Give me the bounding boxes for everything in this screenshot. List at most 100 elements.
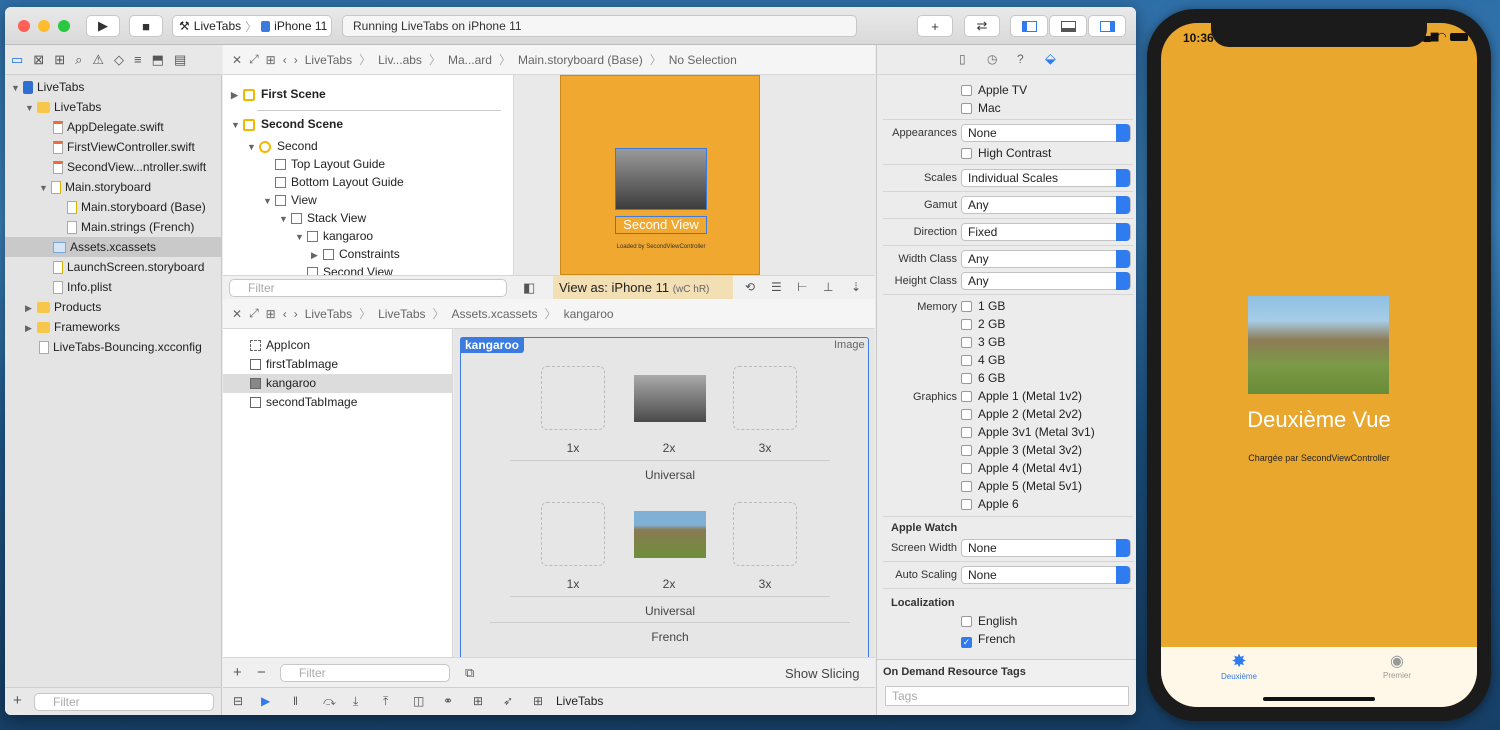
device-mac-checkbox[interactable]: Mac [961,101,1001,115]
ib-jump-item[interactable]: Main.storyboard (Base) [518,53,643,67]
asset-list-item[interactable]: secondTabImage [223,393,453,412]
symbol-navigator-icon[interactable]: ⊞ [54,52,65,68]
outline-row[interactable]: ▶ Constraints [311,245,400,263]
asset-list-item[interactable]: AppIcon [223,336,453,355]
width-class-popup[interactable]: Any [961,250,1131,268]
hide-debug-icon[interactable]: ⊟ [233,694,243,708]
forward-chevron-icon[interactable]: › [294,53,298,67]
outline-row[interactable]: ▼ Stack View [279,209,366,227]
toggle-debug-area-button[interactable] [1049,15,1087,37]
close-editor-icon[interactable]: ✕ [232,307,242,321]
project-navigator-icon[interactable]: ▭ [11,52,23,68]
nav-item-file[interactable]: SecondView...ntroller.swift [5,157,222,177]
ib-jump-item[interactable]: Liv...abs [378,53,422,67]
localization-french-checkbox[interactable]: ✓ French [961,632,1015,648]
history-inspector-icon[interactable]: ◷ [987,52,997,66]
find-navigator-icon[interactable]: ⌕ [75,52,82,68]
test-navigator-icon[interactable]: ◇ [114,52,124,68]
high-contrast-checkbox[interactable]: High Contrast [961,146,1051,160]
image-slot-1x[interactable] [541,366,605,430]
back-chevron-icon[interactable]: ‹ [283,53,287,67]
memory-checkbox[interactable]: 4 GB [961,353,1005,367]
forward-chevron-icon[interactable]: › [294,307,298,321]
nav-item-group[interactable]: ▶ Frameworks [5,317,222,337]
related-items-icon[interactable]: ⊞ [266,307,276,321]
attributes-inspector-icon[interactable]: ⬙ [1045,50,1056,67]
memory-checkbox[interactable]: 3 GB [961,335,1005,349]
remove-asset-button[interactable]: − [257,664,266,681]
toggle-inspector-button[interactable] [1088,15,1126,37]
expand-editor-icon[interactable]: ⤢ [249,52,259,67]
help-inspector-icon[interactable]: ? [1017,52,1024,66]
graphics-checkbox[interactable]: Apple 4 (Metal 4v1) [961,461,1082,475]
issue-navigator-icon[interactable]: ⚠ [92,52,104,68]
height-class-popup[interactable]: Any [961,272,1131,290]
appearances-popup[interactable]: None [961,124,1131,142]
step-into-icon[interactable]: ⤓ [353,694,358,709]
expand-editor-icon[interactable]: ⤢ [249,306,259,321]
align-icon[interactable]: ⊢ [797,280,807,294]
source-control-icon[interactable]: ⊠ [33,52,44,68]
nav-item-file[interactable]: LaunchScreen.storyboard [5,257,222,277]
outline-row[interactable]: Bottom Layout Guide [275,173,404,191]
graphics-checkbox[interactable]: Apple 6 [961,497,1019,511]
direction-popup[interactable]: Fixed [961,223,1131,241]
asset-list-item[interactable]: firstTabImage [223,355,453,374]
related-items-icon[interactable]: ⊞ [266,53,276,67]
tab-premier[interactable]: ◉ Premier [1367,651,1427,680]
nav-item-file[interactable]: Main.storyboard (Base) [5,197,222,217]
view-debugger-icon[interactable]: ◫ [413,694,424,708]
assets-jump-item[interactable]: LiveTabs [378,307,425,321]
simulate-location-icon[interactable]: ➶ [503,694,513,708]
memory-checkbox[interactable]: 6 GB [961,371,1005,385]
device-apple-tv-checkbox[interactable]: Apple TV [961,83,1027,97]
update-frames-icon[interactable]: ⟲ [745,280,755,294]
outline-row[interactable]: ▼ View [263,191,317,209]
stop-button[interactable]: ■ [129,15,163,37]
close-editor-icon[interactable]: ✕ [232,53,242,67]
memory-checkbox[interactable]: 1 GB [961,299,1005,313]
nav-item-group[interactable]: ▼ LiveTabs [5,97,222,117]
auto-scaling-popup[interactable]: None [961,566,1131,584]
step-out-icon[interactable]: ⤒ [383,694,388,709]
nav-item-group[interactable]: ▶ Products [5,297,222,317]
graphics-checkbox[interactable]: Apple 3 (Metal 3v2) [961,443,1082,457]
image-slot-2x[interactable] [634,511,706,558]
zoom-window-button[interactable] [58,20,70,32]
graphics-checkbox[interactable]: Apple 1 (Metal 1v2) [961,389,1082,403]
pin-icon[interactable]: ⊥ [823,280,833,294]
run-button[interactable]: ▶ [86,15,120,37]
simulator-screen[interactable]: 10:36 ▂▄▆ ◠ Deuxième Vue Chargée par Sec… [1161,23,1477,707]
localization-english-checkbox[interactable]: English [961,614,1017,628]
assets-jump-item[interactable]: LiveTabs [305,307,352,321]
screen-width-popup[interactable]: None [961,539,1131,557]
embed-in-icon[interactable]: ☰ [771,280,782,294]
image-slot-3x[interactable] [733,366,797,430]
nav-item-file[interactable]: FirstViewController.swift [5,137,222,157]
outline-row[interactable]: ▼ Second [247,137,318,155]
asset-list-item[interactable]: kangaroo [223,374,453,393]
nav-item-file[interactable]: LiveTabs-Bouncing.xcconfig [5,337,222,357]
graphics-checkbox[interactable]: Apple 5 (Metal 5v1) [961,479,1082,493]
report-navigator-icon[interactable]: ▤ [174,52,186,68]
breakpoint-navigator-icon[interactable]: ⬒ [152,52,164,68]
nav-item-storyboard[interactable]: ▼ Main.storyboard [5,177,222,197]
pause-icon[interactable]: ‖ [293,694,298,708]
ib-jump-item[interactable]: No Selection [669,53,737,67]
show-slicing-icon[interactable]: ⧉ [465,665,474,681]
assets-jump-item[interactable]: Assets.xcassets [452,307,538,321]
asset-filter-input[interactable]: Filter [280,664,450,682]
image-slot-1x[interactable] [541,502,605,566]
toggle-navigator-button[interactable] [1010,15,1048,37]
gamut-popup[interactable]: Any [961,196,1131,214]
outline-row[interactable]: ▼ Second Scene [231,115,343,133]
outline-row[interactable]: Top Layout Guide [275,155,385,173]
ib-jump-item[interactable]: Ma...ard [448,53,492,67]
environment-overrides-icon[interactable]: ⊞ [473,694,483,708]
resolve-issues-icon[interactable]: ⇣ [851,280,861,294]
ib-canvas[interactable]: Second View Loaded by SecondViewControll… [513,75,875,275]
file-inspector-icon[interactable]: ▯ [959,52,966,66]
nav-item-file[interactable]: Main.strings (French) [5,217,222,237]
close-window-button[interactable] [18,20,30,32]
debug-navigator-icon[interactable]: ≡ [134,52,142,67]
